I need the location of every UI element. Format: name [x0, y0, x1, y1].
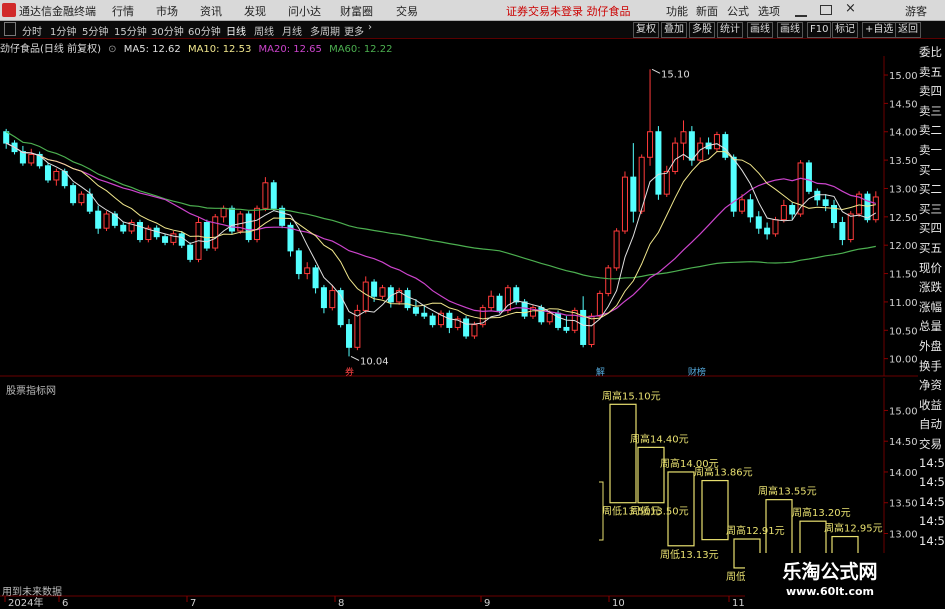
side-label-15[interactable]: 外盘 — [919, 338, 942, 354]
watermark-title: 乐淘公式网 — [782, 561, 878, 583]
side-label-25[interactable]: 14:5 — [919, 534, 945, 548]
sub-y-tick-label: 13.50 — [889, 499, 918, 510]
side-label-3[interactable]: 卖三 — [919, 103, 942, 119]
x-tick-label: 6 — [62, 598, 68, 609]
side-label-9[interactable]: 买四 — [919, 220, 942, 236]
weekly-high-label: 周高15.10元 — [602, 389, 661, 402]
side-label-5[interactable]: 卖一 — [919, 142, 942, 158]
side-label-19[interactable]: 自动 — [919, 416, 942, 432]
side-label-13[interactable]: 涨幅 — [919, 299, 942, 315]
side-label-22[interactable]: 14:5 — [919, 475, 945, 489]
weekly-range-box — [637, 446, 665, 504]
sub-y-tick-label: 15.00 — [889, 406, 918, 417]
x-tick-label: 7 — [190, 598, 196, 609]
side-label-11[interactable]: 现价 — [919, 260, 942, 276]
weekly-high-low-chart[interactable]: 15.0014.5014.0013.5013.0012.5012.002024年… — [0, 0, 918, 609]
side-label-8[interactable]: 买三 — [919, 201, 942, 217]
sub-y-tick-label: 13.00 — [889, 529, 918, 540]
future-data-note: 用到未来数据 — [2, 587, 62, 598]
side-label-12[interactable]: 涨跌 — [919, 279, 942, 295]
side-label-24[interactable]: 14:5 — [919, 514, 945, 528]
side-label-16[interactable]: 换手 — [919, 358, 942, 374]
x-tick-label: 10 — [612, 598, 625, 609]
quote-side-panel: 委比卖五卖四卖三卖二卖一买一买二买三买四买五现价涨跌涨幅总量外盘换手净资收益自动… — [918, 40, 945, 609]
sub-y-tick-label: 14.50 — [889, 437, 918, 448]
x-tick-label: 11 — [732, 598, 745, 609]
weekly-high-label: 周高13.86元 — [694, 466, 753, 479]
side-label-4[interactable]: 卖二 — [919, 122, 942, 138]
weekly-low-label: 周低13.13元 — [660, 548, 719, 561]
weekly-range-box — [609, 403, 637, 504]
x-tick-label: 9 — [484, 598, 490, 609]
sub-y-tick-label: 14.00 — [889, 468, 918, 479]
watermark: 乐淘公式网 www.60lt.com — [745, 553, 945, 609]
side-label-7[interactable]: 买二 — [919, 181, 942, 197]
side-label-14[interactable]: 总量 — [919, 318, 942, 334]
weekly-high-label: 周高13.55元 — [758, 485, 817, 498]
side-label-2[interactable]: 卖四 — [919, 83, 942, 99]
side-label-6[interactable]: 买一 — [919, 162, 942, 178]
side-label-0[interactable]: 委比 — [919, 44, 942, 60]
side-label-18[interactable]: 收益 — [919, 397, 942, 413]
side-label-23[interactable]: 14:5 — [919, 495, 945, 509]
x-tick-label: 8 — [338, 598, 344, 609]
side-label-17[interactable]: 净资 — [919, 377, 942, 393]
side-label-1[interactable]: 卖五 — [919, 64, 942, 80]
side-label-20[interactable]: 交易 — [919, 436, 942, 452]
weekly-high-label: 周高12.91元 — [726, 524, 785, 537]
weekly-range-box — [701, 479, 729, 541]
watermark-url: www.60lt.com — [785, 585, 875, 598]
weekly-low-label: 周低13.50元 — [630, 505, 689, 518]
side-label-21[interactable]: 14:5 — [919, 456, 945, 470]
side-label-10[interactable]: 买五 — [919, 240, 942, 256]
weekly-high-label: 周高12.95元 — [824, 522, 883, 535]
weekly-high-label: 周高13.20元 — [792, 506, 851, 519]
weekly-high-label: 周高14.40元 — [630, 432, 689, 445]
